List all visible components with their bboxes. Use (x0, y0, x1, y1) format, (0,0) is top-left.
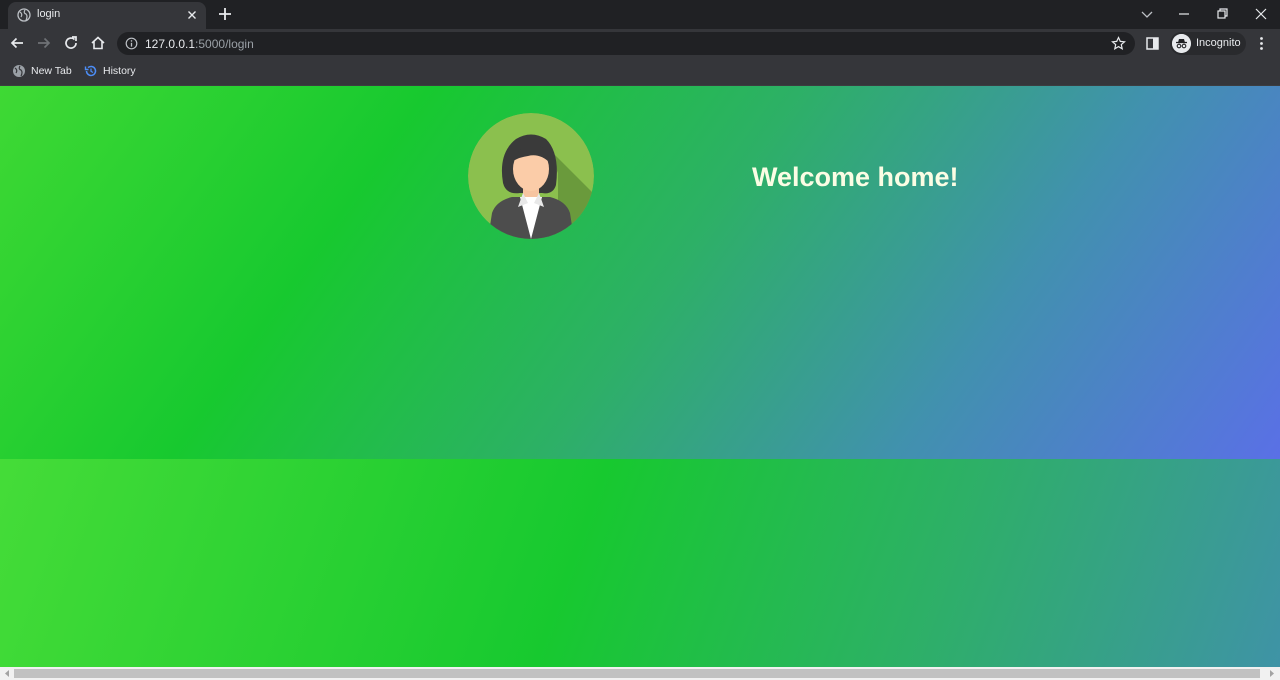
page-viewport: Welcome home! (0, 86, 1280, 667)
bookmark-history[interactable]: History (84, 63, 140, 79)
reload-icon[interactable] (62, 34, 80, 52)
browser-toolbar: 127.0.0.1:5000/login Incognito (0, 29, 1280, 58)
restore-icon[interactable] (1212, 4, 1232, 24)
bookmark-new-tab[interactable]: New Tab (12, 63, 72, 79)
tab-login[interactable]: login (8, 2, 206, 29)
close-tab-icon[interactable] (185, 8, 199, 22)
woman-avatar-icon (468, 113, 594, 239)
address-bar[interactable]: 127.0.0.1:5000/login (117, 32, 1135, 55)
welcome-heading: Welcome home! (752, 162, 959, 192)
tab-search-icon[interactable] (1137, 4, 1157, 24)
close-window-icon[interactable] (1251, 4, 1271, 24)
home-icon[interactable] (89, 34, 107, 52)
bookmarks-bar: New Tab History (0, 58, 1280, 86)
globe-icon (17, 8, 31, 22)
url-text: 127.0.0.1:5000/login (145, 37, 254, 51)
lower-section (0, 459, 1280, 667)
scroll-right-arrow-icon[interactable] (1268, 669, 1276, 678)
more-menu-icon[interactable] (1253, 35, 1270, 52)
url-path: :5000/login (195, 37, 254, 51)
scrollbar-thumb[interactable] (14, 669, 1260, 678)
site-info-icon[interactable] (125, 37, 138, 50)
incognito-label: Incognito (1196, 37, 1241, 49)
forward-arrow-icon[interactable] (35, 34, 53, 52)
side-panel-icon[interactable] (1145, 36, 1160, 51)
tab-strip: login (0, 0, 1280, 29)
horizontal-scrollbar[interactable] (0, 667, 1280, 680)
globe-icon (13, 65, 25, 77)
bookmark-label: New Tab (31, 65, 72, 77)
minimize-icon[interactable] (1174, 4, 1194, 24)
incognito-badge[interactable]: Incognito (1170, 32, 1246, 55)
new-tab-icon[interactable] (216, 5, 234, 23)
history-icon (84, 65, 97, 77)
tab-title: login (37, 8, 61, 20)
incognito-icon (1172, 34, 1191, 53)
scroll-left-arrow-icon[interactable] (3, 669, 11, 678)
url-host: 127.0.0.1 (145, 37, 196, 51)
bookmark-label: History (103, 65, 136, 77)
hero-section: Welcome home! (0, 86, 1280, 459)
bookmark-star-icon[interactable] (1111, 36, 1126, 51)
back-arrow-icon[interactable] (8, 34, 26, 52)
